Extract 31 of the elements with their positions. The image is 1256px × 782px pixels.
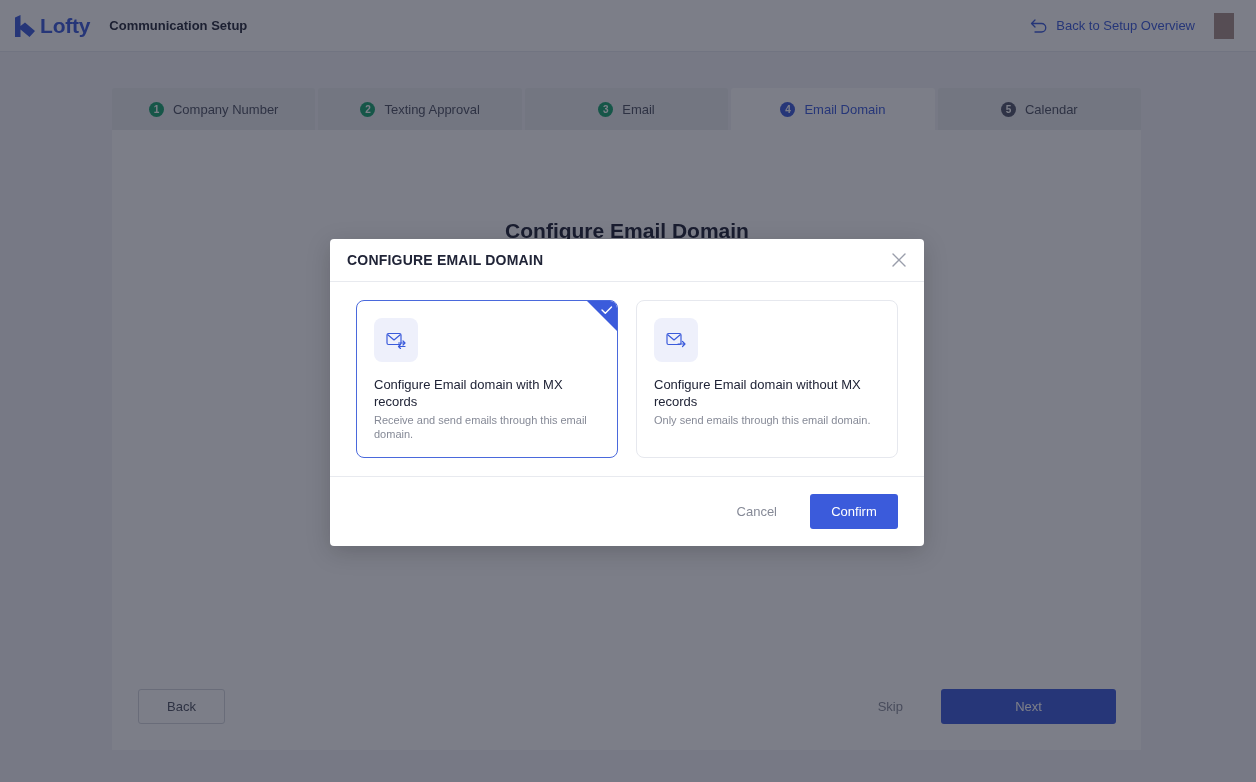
step-number: 3 — [598, 101, 614, 117]
avatar-placeholder[interactable] — [1214, 12, 1234, 39]
option-title: Configure Email domain with MX records — [374, 376, 564, 410]
option-title: Configure Email domain without MX records — [654, 376, 862, 410]
mail-icon — [654, 318, 698, 362]
confirm-button[interactable]: Confirm — [810, 494, 898, 529]
step-number: 5 — [1000, 101, 1016, 117]
option-card[interactable]: Configure Email domain with MX records Receive and send emails through this email domain. — [356, 300, 618, 458]
option-description: Only send emails through this email domain. — [654, 413, 872, 427]
section-heading: Configure Email Domain — [505, 219, 749, 243]
step-tab[interactable]: 5 Calendar — [937, 88, 1142, 130]
page-title: Communication Setup — [109, 18, 248, 33]
logo-icon — [15, 14, 35, 37]
back-to-overview-link[interactable]: Back to Setup Overview — [1030, 18, 1195, 33]
undo-arrow-icon — [1030, 18, 1048, 33]
logo-text: Lofty — [40, 13, 91, 38]
step-tab[interactable]: 4 Email Domain — [731, 88, 935, 130]
option-card[interactable]: Configure Email domain without MX records Only send emails through this email domain. — [636, 300, 898, 458]
dialog-title: CONFIGURE EMAIL DOMAIN — [347, 252, 544, 268]
next-button[interactable]: Next — [941, 689, 1116, 724]
step-tab[interactable]: 1 Company Number — [112, 88, 316, 130]
cancel-button[interactable]: Cancel — [734, 504, 779, 519]
step-tab[interactable]: 3 Email — [524, 88, 729, 130]
close-icon[interactable] — [892, 253, 906, 267]
mail-icon — [374, 318, 418, 362]
step-number: 2 — [360, 101, 376, 117]
step-number: 4 — [780, 101, 796, 117]
option-description: Receive and send emails through this email domain. — [374, 413, 588, 441]
back-button[interactable]: Back — [138, 689, 225, 724]
step-tab[interactable]: 2 Texting Approval — [318, 88, 522, 130]
step-number: 1 — [148, 101, 164, 117]
